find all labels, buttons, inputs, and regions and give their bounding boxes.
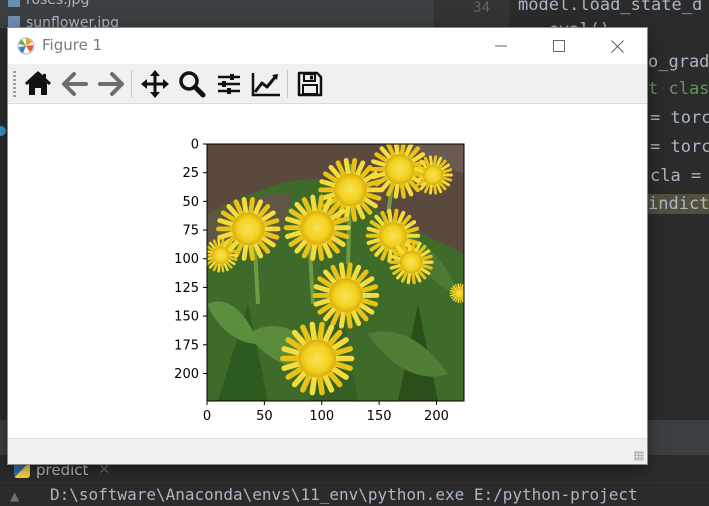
code-line: indict bbox=[648, 194, 709, 214]
flower-center bbox=[328, 278, 363, 313]
flower-center bbox=[298, 339, 337, 378]
minimize-icon bbox=[495, 45, 507, 47]
file-item[interactable]: roses.jpg bbox=[8, 0, 89, 10]
line-number-gutter: 34 bbox=[434, 0, 510, 28]
project-file-tree: roses.jpg sunflower.jpg bbox=[0, 0, 434, 28]
code-line: = torch bbox=[650, 108, 709, 128]
image-file-icon bbox=[8, 0, 20, 7]
line-number: 34 bbox=[473, 0, 490, 16]
y-tick-label: 150 bbox=[174, 310, 199, 325]
maximize-icon bbox=[553, 40, 565, 52]
file-name: sunflower.jpg bbox=[26, 15, 120, 28]
toolbar-separator bbox=[287, 70, 288, 98]
y-tick-label: 200 bbox=[174, 367, 199, 382]
flower-center bbox=[399, 250, 423, 274]
y-tick-label: 100 bbox=[174, 252, 199, 267]
matplotlib-logo-icon bbox=[17, 37, 35, 55]
flower-center bbox=[422, 164, 444, 186]
edit-axis-icon bbox=[251, 73, 280, 97]
y-tick-label: 50 bbox=[182, 195, 199, 210]
save-icon bbox=[297, 71, 323, 97]
save-button[interactable] bbox=[293, 68, 327, 100]
back-arrow-icon bbox=[62, 72, 88, 96]
chevron-up-icon[interactable]: ▲ bbox=[10, 489, 19, 503]
file-name: roses.jpg bbox=[26, 0, 90, 8]
code-line: model.load_state_d bbox=[518, 0, 703, 15]
figure-window: Figure 1 0 25 50 75 100 125 150 175 200 … bbox=[8, 28, 647, 464]
dandelion-photo bbox=[207, 144, 464, 401]
zoom-button[interactable] bbox=[175, 68, 209, 100]
edit-axis-button[interactable] bbox=[249, 68, 283, 100]
home-button[interactable] bbox=[21, 68, 55, 100]
back-button[interactable] bbox=[58, 68, 92, 100]
close-icon[interactable]: ✕ bbox=[98, 462, 110, 478]
x-tick-label: 100 bbox=[309, 409, 334, 424]
breakpoint-marker bbox=[0, 126, 6, 136]
y-tick-label: 75 bbox=[182, 224, 199, 239]
flower-center bbox=[231, 212, 265, 246]
close-icon bbox=[610, 39, 624, 53]
home-icon bbox=[24, 71, 52, 95]
code-line: o_grad bbox=[648, 52, 709, 72]
navigation-toolbar bbox=[8, 64, 647, 104]
subplots-icon bbox=[218, 74, 240, 94]
y-tick-label: 0 bbox=[191, 138, 199, 153]
forward-button[interactable] bbox=[94, 68, 128, 100]
file-item[interactable]: sunflower.jpg bbox=[8, 13, 119, 28]
console-line: D:\software\Anaconda\envs\11_env\python.… bbox=[50, 485, 638, 504]
code-line: t clas bbox=[648, 79, 709, 99]
x-tick-label: 0 bbox=[203, 409, 211, 424]
run-console[interactable]: ▲ D:\software\Anaconda\envs\11_env\pytho… bbox=[0, 482, 709, 506]
y-tick-label: 125 bbox=[174, 281, 199, 296]
x-tick-label: 150 bbox=[367, 409, 392, 424]
toolbar-separator bbox=[131, 70, 132, 98]
minimize-button[interactable] bbox=[472, 28, 530, 64]
flower-center bbox=[211, 246, 230, 265]
subplots-button[interactable] bbox=[212, 68, 246, 100]
status-bar bbox=[8, 438, 647, 464]
flower-center bbox=[334, 173, 367, 207]
pan-icon bbox=[141, 70, 169, 98]
forward-arrow-icon bbox=[98, 72, 124, 96]
toolbar-grip[interactable] bbox=[13, 71, 16, 97]
flower-center bbox=[300, 210, 335, 245]
maximize-button[interactable] bbox=[530, 28, 588, 64]
x-tick-label: 200 bbox=[424, 409, 449, 424]
x-tick-label: 50 bbox=[256, 409, 273, 424]
python-icon bbox=[14, 462, 30, 478]
y-tick-label: 175 bbox=[174, 338, 199, 353]
pan-button[interactable] bbox=[138, 68, 172, 100]
flower-center bbox=[454, 288, 464, 299]
image-axes: 0 25 50 75 100 125 150 175 200 0 50 100 150 200 bbox=[174, 138, 465, 424]
y-axis: 0 25 50 75 100 125 150 175 200 bbox=[174, 138, 207, 382]
code-line: = torc bbox=[650, 137, 709, 157]
title-bar[interactable]: Figure 1 bbox=[8, 28, 647, 64]
code-line: cla = bbox=[650, 166, 702, 186]
zoom-icon bbox=[179, 71, 206, 98]
x-axis: 0 50 100 150 200 bbox=[203, 401, 449, 424]
resize-grip-icon[interactable] bbox=[634, 451, 644, 461]
image-file-icon bbox=[8, 16, 20, 28]
y-tick-label: 25 bbox=[182, 166, 199, 181]
window-title: Figure 1 bbox=[42, 36, 103, 54]
close-button[interactable] bbox=[588, 28, 646, 64]
flower-center bbox=[384, 154, 415, 185]
figure-canvas[interactable]: 0 25 50 75 100 125 150 175 200 0 50 100 150 200 bbox=[8, 104, 647, 438]
